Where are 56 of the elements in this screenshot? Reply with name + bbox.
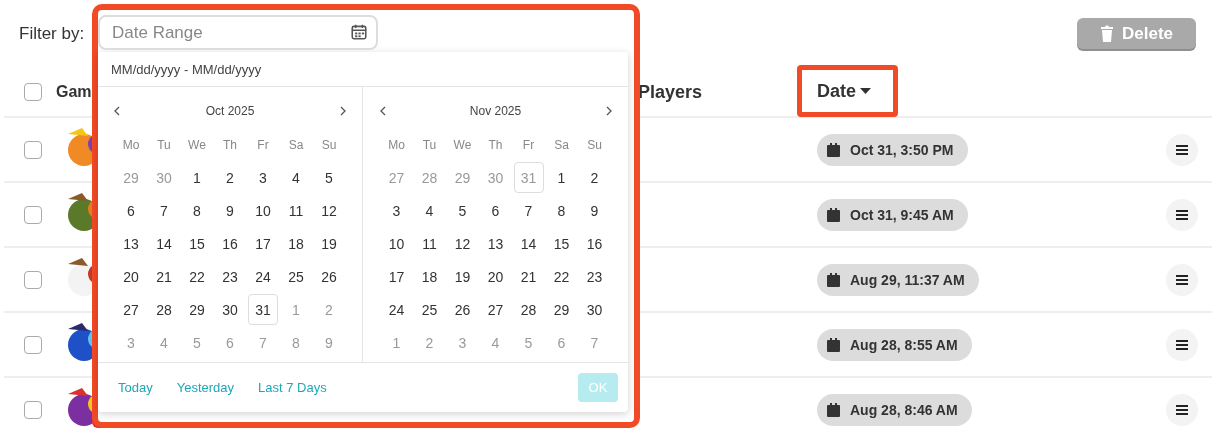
menu-icon [1176,404,1188,415]
weekday-label: Fr [257,137,269,152]
date-column-header[interactable]: Date [817,80,871,102]
checkbox[interactable] [24,140,42,159]
weekday-label: We [453,137,472,152]
weekday-label: Sa [288,137,304,152]
weekday-label: Tu [422,137,437,152]
date-text: Aug 29, 11:37 AM [850,271,965,288]
weekday-label: Su [587,137,602,152]
chevron-left-icon [378,106,387,116]
calendar-icon [827,207,840,222]
chevron-right-icon [339,106,347,116]
weekday-label: Fr [522,137,535,152]
menu-button[interactable] [1166,328,1198,361]
calendar-icon [827,402,840,417]
filter-label: Filter by: [19,23,85,44]
checkbox[interactable] [24,83,42,101]
checkbox[interactable] [24,400,42,419]
menu-icon [1176,209,1188,220]
menu-button[interactable] [1166,198,1198,231]
menu-button[interactable] [1166,133,1198,166]
calendar-icon [827,142,840,157]
weekday-label: We [188,137,206,152]
checkbox[interactable] [24,335,42,354]
weekday-label: Th [223,137,237,152]
menu-icon [1176,144,1188,155]
caret-down-icon [860,88,871,94]
checkbox[interactable] [24,205,42,224]
month-title: Oct 2025 [205,104,255,118]
date-text: Oct 31, 9:45 AM [850,206,954,223]
calendar-icon [350,23,368,41]
chevron-left-icon [113,106,121,116]
day[interactable]: 31 [248,294,278,325]
menu-button[interactable] [1166,393,1198,426]
weekday-label: Th [488,137,503,152]
date-range-field[interactable]: Date Range [98,15,378,50]
trash-icon [1100,25,1114,42]
column-header: Gam [56,83,92,101]
menu-icon [1176,339,1188,350]
month-title: Nov 2025 [469,104,522,118]
date-text: Aug 28, 8:46 AM [850,401,958,418]
calendar-icon [827,272,840,287]
checkbox[interactable] [24,270,42,289]
menu-icon [1176,274,1188,285]
chevron-right-icon [604,106,613,116]
menu-button[interactable] [1166,263,1198,296]
format-hint: MM/dd/yyyy - MM/dd/yyyy [111,61,262,77]
weekday-label: Mo [122,137,140,152]
date-text: Oct 31, 3:50 PM [850,141,954,158]
column-header: Players [638,81,703,103]
weekday-label: Sa [554,137,569,152]
calendar-icon [827,337,840,352]
weekday-label: Mo [388,137,405,152]
weekday-label: Tu [157,137,171,152]
date-text: Aug 28, 8:55 AM [850,336,958,353]
weekday-label: Su [321,137,337,152]
